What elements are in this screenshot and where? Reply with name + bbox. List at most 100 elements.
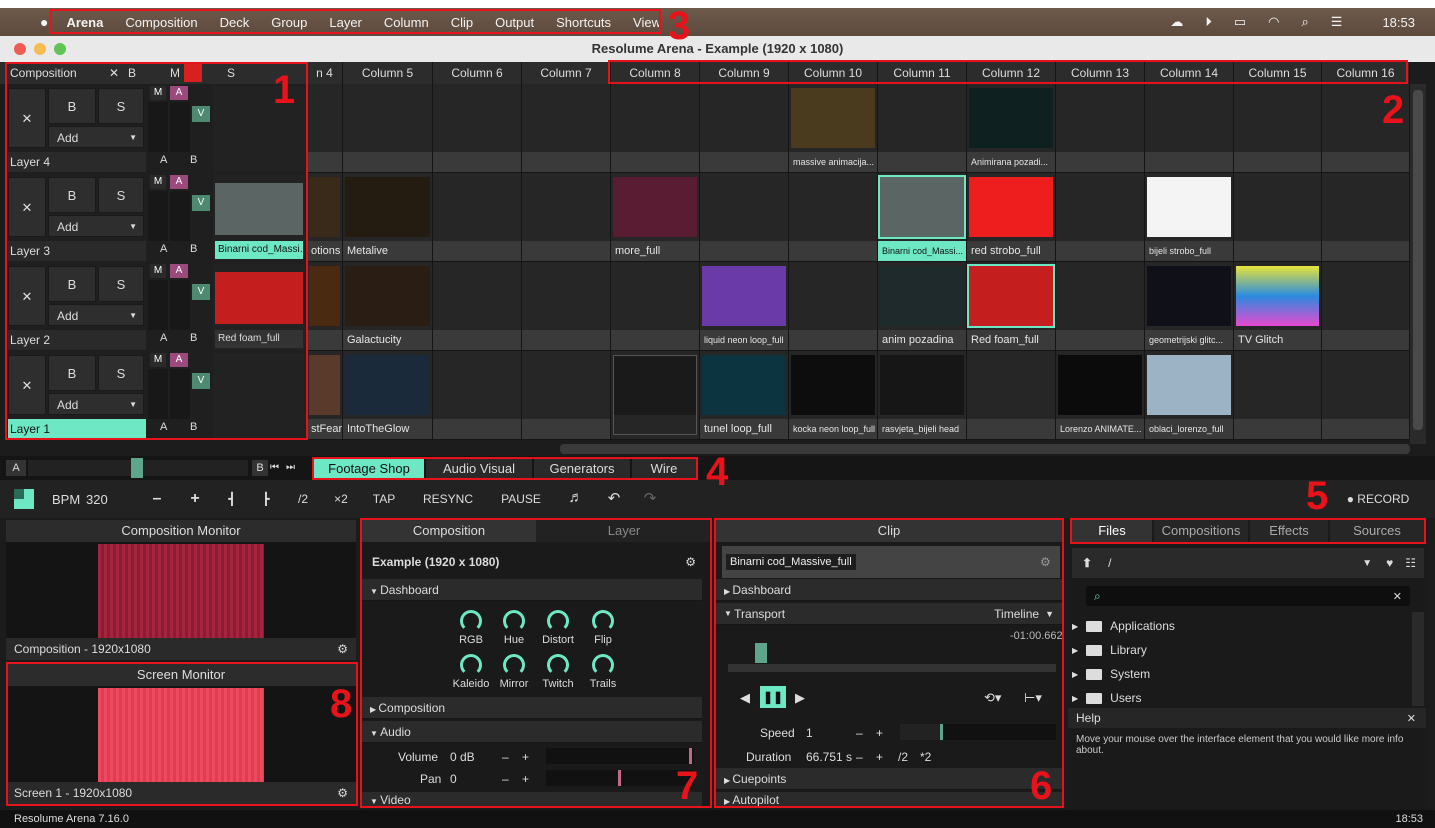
- layer-opacity-track[interactable]: [148, 102, 168, 152]
- play-direction-icon[interactable]: ⊢▾: [1024, 690, 1042, 706]
- duration-half-button[interactable]: /2: [898, 750, 908, 764]
- composition-solo-button[interactable]: S: [222, 66, 240, 80]
- clip-slot[interactable]: Lorenzo ANIMATE...: [1056, 351, 1145, 440]
- clip-slot[interactable]: Animirana pozadi...: [967, 84, 1056, 173]
- clip-slot[interactable]: rasvjeta_bijeli head: [878, 351, 967, 440]
- column-header-14[interactable]: Column 14: [1145, 62, 1234, 84]
- menu-arena[interactable]: Arena: [66, 15, 103, 30]
- layer-name[interactable]: Layer 3: [8, 241, 146, 261]
- clip-slot[interactable]: [1322, 351, 1410, 440]
- tap-button[interactable]: TAP: [366, 492, 402, 506]
- layer-crossfader-b[interactable]: B: [190, 154, 202, 166]
- deck-tab-footage-shop[interactable]: Footage Shop: [314, 459, 424, 478]
- speed-value[interactable]: 1: [806, 726, 813, 740]
- menu-output[interactable]: Output: [495, 15, 534, 30]
- layer-alpha-button[interactable]: A: [170, 353, 188, 367]
- crossfader-a-button[interactable]: A: [6, 460, 26, 476]
- clip-slot[interactable]: [433, 262, 522, 351]
- composition-master-button[interactable]: M: [166, 66, 184, 80]
- layer-clear-button[interactable]: ✕: [8, 266, 46, 326]
- clip-slot[interactable]: Red foam_full: [967, 262, 1056, 351]
- volume-value[interactable]: 0 dB: [450, 750, 475, 764]
- layer-video-button[interactable]: V: [192, 106, 210, 122]
- clip-slot[interactable]: [1322, 262, 1410, 351]
- record-button[interactable]: ● RECORD: [1346, 492, 1410, 506]
- play-backward-icon[interactable]: ◀: [740, 690, 750, 706]
- pause-clip-button[interactable]: ❚❚: [760, 686, 786, 708]
- play-circle-icon[interactable]: ⏵: [1205, 14, 1212, 30]
- clip-slot[interactable]: IntoTheGlow: [343, 351, 433, 440]
- clip-slot[interactable]: [433, 173, 522, 262]
- help-close-icon[interactable]: ✕: [1407, 712, 1416, 725]
- volume-slider[interactable]: [546, 748, 694, 764]
- deck-tab-audio-visual[interactable]: Audio Visual: [426, 459, 532, 478]
- clip-slot[interactable]: [522, 262, 611, 351]
- browser-search-bar[interactable]: ⌕ ✕: [1086, 586, 1410, 606]
- pause-button[interactable]: PAUSE: [496, 492, 546, 506]
- knob-trails[interactable]: [592, 654, 614, 676]
- clip-slot[interactable]: [611, 262, 700, 351]
- layer-crossfader-a[interactable]: A: [160, 243, 172, 255]
- layer-video-button[interactable]: V: [192, 373, 210, 389]
- app-logo-icon[interactable]: [14, 489, 34, 509]
- bpm-half-button[interactable]: /2: [292, 492, 314, 506]
- cloud-icon[interactable]: ☁: [1170, 14, 1183, 30]
- favorite-heart-icon[interactable]: ♥: [1386, 556, 1393, 570]
- nudge-left-button[interactable]: ┫: [222, 492, 242, 506]
- layer-mask-button[interactable]: M: [150, 264, 166, 278]
- clip-cuepoints-section[interactable]: ▶ Cuepoints: [716, 768, 1062, 790]
- clip-slot[interactable]: [1234, 84, 1322, 173]
- clip-slot[interactable]: [1322, 173, 1410, 262]
- browser-tab-files[interactable]: Files: [1072, 520, 1152, 542]
- screen-monitor-view[interactable]: [6, 686, 356, 782]
- pan-value[interactable]: 0: [450, 772, 457, 786]
- volume-decrease-button[interactable]: –: [502, 750, 509, 764]
- column-header-7[interactable]: Column 7: [522, 62, 611, 84]
- layer-solo-button[interactable]: S: [98, 266, 144, 302]
- layer-preview[interactable]: Red foam_full: [213, 264, 305, 350]
- folder-item[interactable]: ▶ Applications: [1072, 616, 1408, 636]
- clip-slot[interactable]: [522, 173, 611, 262]
- layer-preview[interactable]: [213, 353, 305, 439]
- crossfader-next-icon[interactable]: ⏭: [286, 460, 300, 476]
- column-header-16[interactable]: Column 16: [1322, 62, 1410, 84]
- menu-layer[interactable]: Layer: [329, 15, 362, 30]
- duration-increase-button[interactable]: +: [876, 750, 883, 764]
- layer-crossfader-a[interactable]: A: [160, 154, 172, 166]
- layer-bypass-button[interactable]: B: [48, 266, 96, 302]
- duration-double-button[interactable]: *2: [920, 750, 931, 764]
- layer-crossfader-a[interactable]: A: [160, 332, 172, 344]
- clip-slot[interactable]: [433, 351, 522, 440]
- bpm-decrease-button[interactable]: –: [146, 490, 168, 508]
- layer-clear-button[interactable]: ✕: [8, 355, 46, 415]
- folder-item[interactable]: ▶ Users: [1072, 688, 1408, 708]
- clip-slot[interactable]: kocka neon loop_full: [789, 351, 878, 440]
- composition-monitor-gear-icon[interactable]: ⚙: [337, 642, 348, 656]
- clip-slot[interactable]: Galactucity: [343, 262, 433, 351]
- maximize-window-button[interactable]: [54, 43, 66, 55]
- layer-opacity-track[interactable]: [148, 369, 168, 419]
- clip-timeline-track[interactable]: [728, 664, 1056, 672]
- clip-slot[interactable]: [967, 351, 1056, 440]
- layer-add-dropdown[interactable]: Add ▼: [48, 304, 144, 326]
- folder-item[interactable]: ▶ Library: [1072, 640, 1408, 660]
- column-header-6[interactable]: Column 6: [433, 62, 522, 84]
- path-dropdown-icon[interactable]: ▼: [1362, 558, 1372, 569]
- column-header-5[interactable]: Column 5: [343, 62, 433, 84]
- menu-deck[interactable]: Deck: [220, 15, 250, 30]
- speed-decrease-button[interactable]: –: [856, 726, 863, 740]
- undo-icon[interactable]: ↶: [604, 489, 624, 507]
- clip-slot[interactable]: anim pozadina: [878, 262, 967, 351]
- clip-slot[interactable]: [1145, 84, 1234, 173]
- clip-slot[interactable]: massive animacija...: [789, 84, 878, 173]
- folder-item[interactable]: ▶ System: [1072, 664, 1408, 684]
- pan-increase-button[interactable]: +: [522, 772, 529, 786]
- layer-preview[interactable]: Binarni cod_Massi...: [213, 175, 305, 261]
- layer-name[interactable]: Layer 4: [8, 152, 146, 172]
- layer-crossfader-a[interactable]: A: [160, 421, 172, 433]
- nudge-right-button[interactable]: ┣: [256, 492, 276, 506]
- browser-tab-sources[interactable]: Sources: [1330, 520, 1424, 542]
- clip-slot[interactable]: [522, 84, 611, 173]
- pan-decrease-button[interactable]: –: [502, 772, 509, 786]
- clip-slot[interactable]: bijeli strobo_full: [1145, 173, 1234, 262]
